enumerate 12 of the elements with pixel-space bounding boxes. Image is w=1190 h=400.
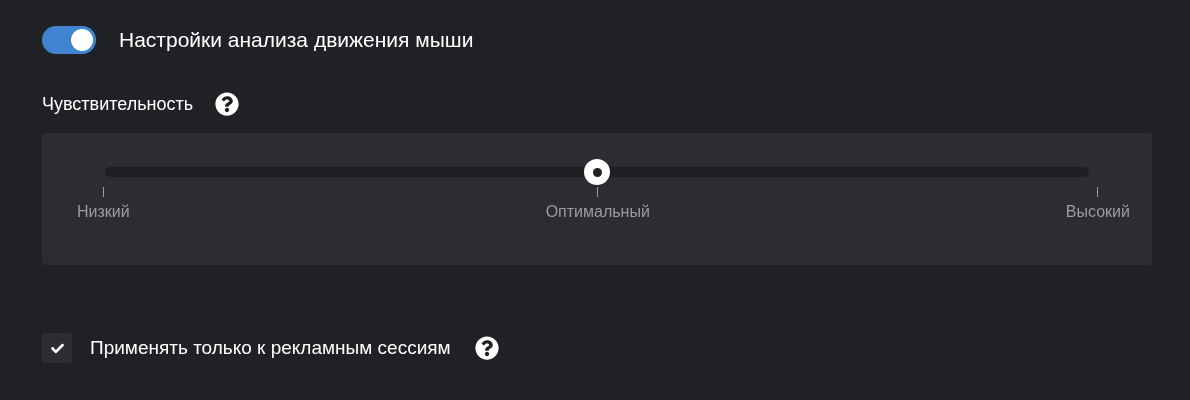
check-icon: [50, 341, 64, 355]
slider-thumb[interactable]: [584, 159, 610, 185]
checkbox[interactable]: [42, 333, 72, 363]
toggle-switch[interactable]: [42, 26, 96, 54]
slider-stop-label: Оптимальный: [545, 203, 650, 221]
help-icon[interactable]: [474, 336, 499, 360]
section-title: Настройки анализа движения мыши: [119, 28, 474, 52]
slider-stop-label: Высокий: [1065, 203, 1130, 221]
checkbox-label: Применять только к рекламным сессиям: [90, 337, 451, 359]
help-icon[interactable]: [215, 92, 240, 116]
sensitivity-label: Чувствительность: [42, 93, 194, 115]
slider-stop-label: Низкий: [77, 203, 130, 221]
